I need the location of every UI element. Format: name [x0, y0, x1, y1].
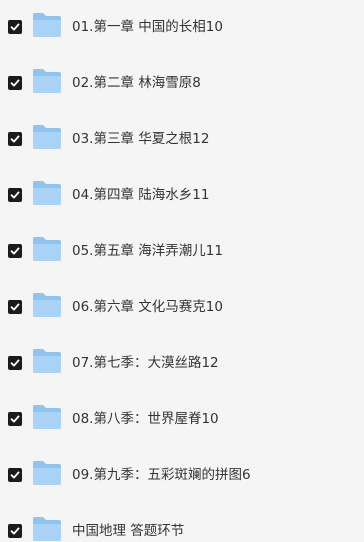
- checkbox[interactable]: [8, 188, 22, 202]
- folder-icon: [33, 125, 61, 149]
- item-label[interactable]: 04.第四章 陆海水乡11: [72, 184, 209, 206]
- folder-icon: [33, 349, 61, 373]
- checkbox[interactable]: [8, 468, 22, 482]
- checkbox[interactable]: [8, 300, 22, 314]
- list-item[interactable]: 08.第八季：世界屋脊10: [0, 392, 364, 448]
- folder-list: 01.第一章 中国的长相10 02.第二章 林海雪原8 03.第三章 华夏之根1…: [0, 0, 364, 542]
- list-item[interactable]: 07.第七季：大漠丝路12: [0, 336, 364, 392]
- item-label[interactable]: 07.第七季：大漠丝路12: [72, 352, 219, 374]
- check-icon: [10, 415, 20, 423]
- folder-icon: [33, 293, 61, 317]
- item-label[interactable]: 06.第六章 文化马赛克10: [72, 296, 223, 318]
- checkbox[interactable]: [8, 132, 22, 146]
- list-item[interactable]: 01.第一章 中国的长相10: [0, 0, 364, 56]
- check-icon: [10, 303, 20, 311]
- folder-icon: [33, 181, 61, 205]
- checkbox[interactable]: [8, 20, 22, 34]
- item-label[interactable]: 08.第八季：世界屋脊10: [72, 408, 219, 430]
- check-icon: [10, 247, 20, 255]
- check-icon: [10, 23, 20, 31]
- checkbox[interactable]: [8, 524, 22, 538]
- list-item[interactable]: 02.第二章 林海雪原8: [0, 56, 364, 112]
- check-icon: [10, 471, 20, 479]
- check-icon: [10, 135, 20, 143]
- checkbox[interactable]: [8, 244, 22, 258]
- item-label[interactable]: 中国地理 答题环节: [72, 520, 184, 542]
- folder-icon: [33, 237, 61, 261]
- list-item[interactable]: 中国地理 答题环节: [0, 504, 364, 542]
- list-item[interactable]: 04.第四章 陆海水乡11: [0, 168, 364, 224]
- item-label[interactable]: 02.第二章 林海雪原8: [72, 72, 201, 94]
- item-label[interactable]: 03.第三章 华夏之根12: [72, 128, 209, 150]
- checkbox[interactable]: [8, 76, 22, 90]
- checkbox[interactable]: [8, 356, 22, 370]
- check-icon: [10, 191, 20, 199]
- list-item[interactable]: 09.第九季：五彩斑斓的拼图6: [0, 448, 364, 504]
- folder-icon: [33, 517, 61, 541]
- list-item[interactable]: 06.第六章 文化马赛克10: [0, 280, 364, 336]
- list-item[interactable]: 03.第三章 华夏之根12: [0, 112, 364, 168]
- check-icon: [10, 527, 20, 535]
- item-label[interactable]: 05.第五章 海洋弄潮儿11: [72, 240, 223, 262]
- folder-icon: [33, 13, 61, 37]
- folder-icon: [33, 461, 61, 485]
- check-icon: [10, 79, 20, 87]
- folder-icon: [33, 405, 61, 429]
- folder-icon: [33, 69, 61, 93]
- list-item[interactable]: 05.第五章 海洋弄潮儿11: [0, 224, 364, 280]
- item-label[interactable]: 01.第一章 中国的长相10: [72, 16, 223, 38]
- checkbox[interactable]: [8, 412, 22, 426]
- check-icon: [10, 359, 20, 367]
- item-label[interactable]: 09.第九季：五彩斑斓的拼图6: [72, 464, 251, 486]
